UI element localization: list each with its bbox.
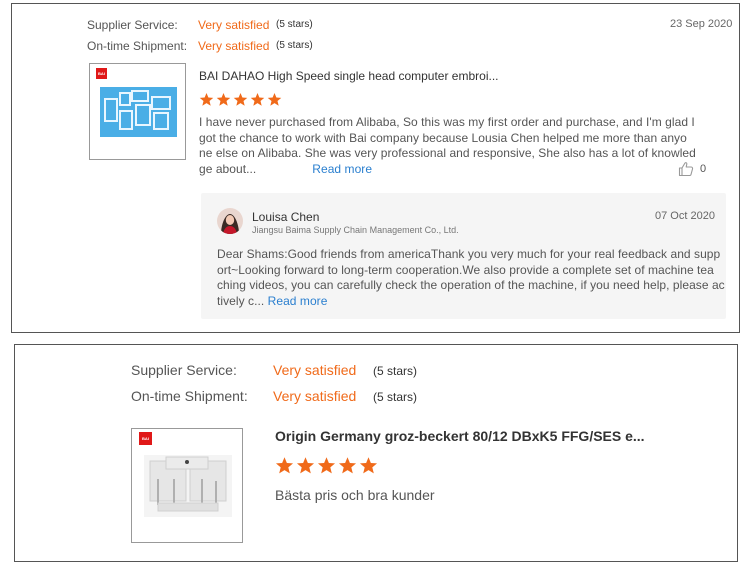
product-title[interactable]: Origin Germany groz-beckert 80/12 DBxK5 …	[275, 428, 645, 444]
shipment-stars: (5 stars)	[373, 390, 418, 404]
read-more-link[interactable]: Read more	[312, 162, 372, 176]
supplier-service-label: Supplier Service:	[131, 362, 237, 378]
reply-date: 07 Oct 2020	[655, 210, 715, 222]
product-title[interactable]: BAI DAHAO High Speed single head compute…	[199, 69, 498, 83]
review-text-line: ge about...	[199, 161, 257, 176]
star-rating	[199, 92, 284, 107]
review-text: Bästa pris och bra kunder	[275, 487, 435, 503]
store-badge-icon: BAI	[96, 68, 107, 79]
star-rating	[275, 456, 380, 475]
supplier-service-value: Very satisfied	[198, 18, 270, 32]
star-icon	[199, 92, 214, 106]
shipment-label: On-time Shipment:	[131, 388, 248, 404]
supplier-reply: Louisa Chen Jiangsu Baima Supply Chain M…	[201, 193, 726, 319]
embroidery-frames-image	[100, 87, 177, 137]
review-date: 23 Sep 2020	[670, 18, 733, 30]
review-text-line: got the chance to work with Bai company …	[199, 130, 687, 145]
supplier-service-stars: (5 stars)	[373, 364, 418, 378]
star-icon	[338, 457, 357, 474]
reply-text-line: ort~Looking forward to long-term coopera…	[217, 262, 714, 277]
review-text-line: ne else on Alibaba. She was very profess…	[199, 146, 696, 161]
supplier-service-label: Supplier Service:	[87, 18, 178, 32]
shipment-value: Very satisfied	[273, 388, 357, 404]
shipment-label: On-time Shipment:	[87, 39, 188, 53]
thumbs-up-icon	[678, 162, 694, 177]
reply-text-line: ching videos, you can carefully check th…	[217, 278, 725, 293]
reply-text-line: tively c...	[217, 293, 265, 308]
like-count: 0	[700, 163, 707, 175]
star-icon	[359, 457, 378, 474]
star-icon	[250, 92, 265, 106]
store-badge-icon: BAI	[139, 432, 152, 445]
shipment-stars: (5 stars)	[276, 40, 313, 51]
reply-company-name: Jiangsu Baima Supply Chain Management Co…	[252, 225, 459, 235]
star-icon	[275, 457, 294, 474]
star-icon	[296, 457, 315, 474]
product-thumbnail[interactable]: BAI	[89, 63, 186, 160]
avatar	[217, 208, 243, 234]
star-icon	[216, 92, 231, 106]
reply-author-name: Louisa Chen	[252, 210, 320, 224]
reply-read-more-link[interactable]: Read more	[268, 294, 328, 308]
supplier-service-value: Very satisfied	[273, 362, 357, 378]
review-card-1: Supplier Service: Very satisfied (5 star…	[11, 3, 740, 333]
like-button[interactable]: 0	[678, 161, 706, 177]
star-icon	[267, 92, 282, 106]
review-text-line: I have never purchased from Alibaba, So …	[199, 115, 695, 129]
supplier-service-stars: (5 stars)	[276, 19, 313, 30]
review-text: I have never purchased from Alibaba, So …	[199, 115, 696, 177]
review-card-2: Supplier Service: Very satisfied (5 star…	[14, 344, 738, 562]
reply-text: Dear Shams:Good friends from americaThan…	[217, 247, 725, 309]
star-icon	[317, 457, 336, 474]
star-icon	[233, 92, 248, 106]
presser-feet-image	[144, 455, 232, 517]
product-thumbnail[interactable]: BAI	[131, 428, 243, 543]
reply-text-line: Dear Shams:Good friends from americaThan…	[217, 247, 721, 261]
shipment-value: Very satisfied	[198, 39, 270, 53]
